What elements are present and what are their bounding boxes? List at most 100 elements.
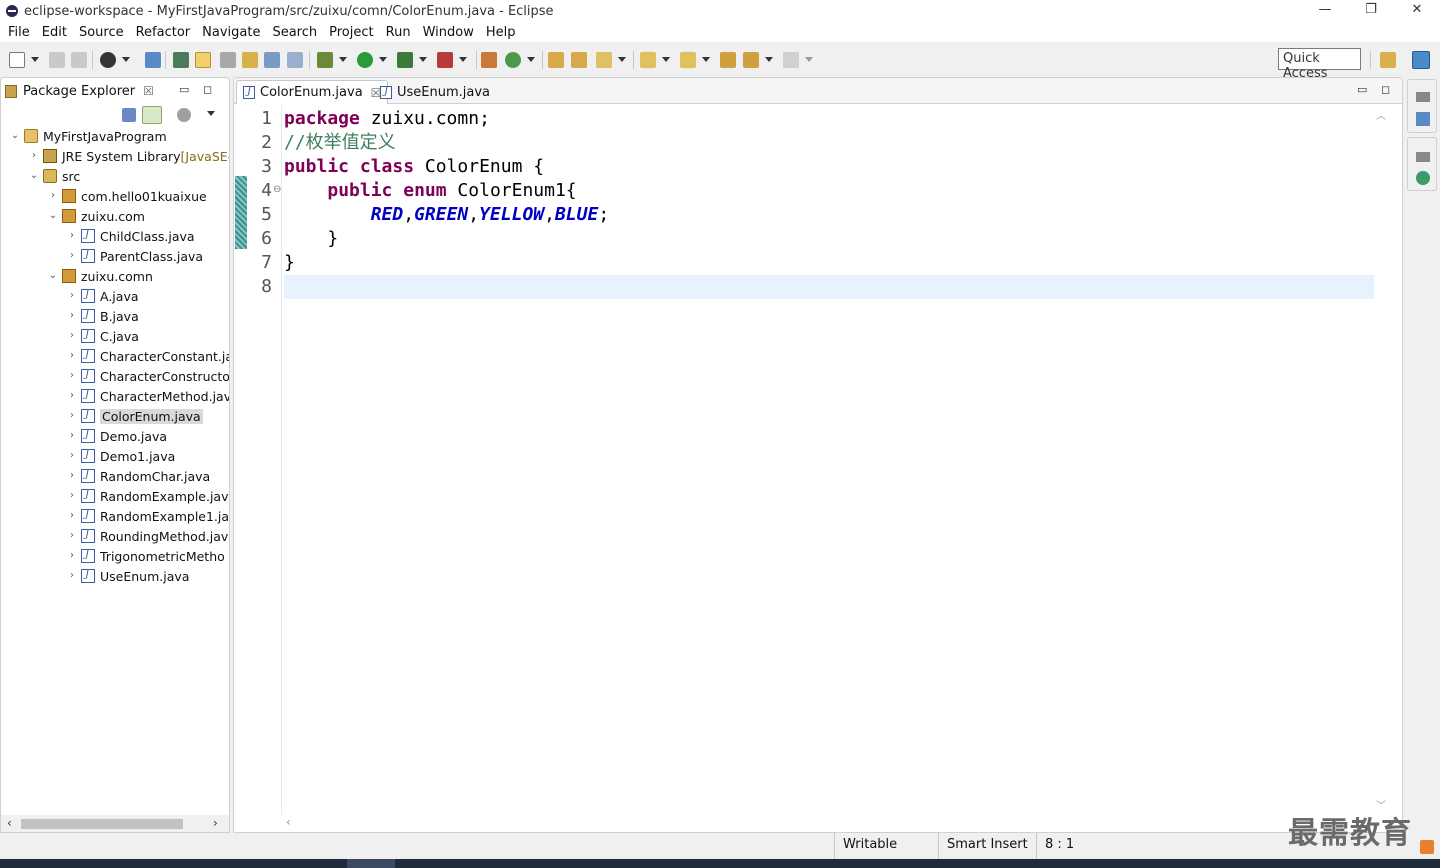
debug-dropdown-icon[interactable]	[339, 57, 347, 62]
close-window-button[interactable]: ✕	[1394, 0, 1440, 22]
code-line[interactable]: public enum ColorEnum1{	[284, 179, 576, 203]
new-class-dropdown-icon[interactable]	[527, 57, 535, 62]
chevron-down-icon[interactable]: ⌄	[10, 131, 20, 141]
chevron-right-icon[interactable]: ›	[67, 331, 77, 341]
scroll-right-icon[interactable]: ›	[213, 816, 218, 830]
search-dropdown-icon[interactable]	[618, 57, 626, 62]
link-with-editor-icon[interactable]	[142, 106, 162, 124]
code-line[interactable]: }	[284, 251, 295, 275]
toggle-block-icon[interactable]	[264, 52, 280, 68]
chevron-right-icon[interactable]: ›	[67, 391, 77, 401]
save-icon[interactable]	[49, 52, 65, 68]
chevron-down-icon[interactable]: ⌄	[48, 271, 58, 281]
task-list-icon[interactable]	[1416, 171, 1430, 185]
menu-search[interactable]: Search	[266, 25, 323, 40]
chevron-right-icon[interactable]: ›	[67, 351, 77, 361]
chevron-right-icon[interactable]: ›	[67, 251, 77, 261]
open-folder-icon[interactable]	[571, 52, 587, 68]
chevron-right-icon[interactable]: ›	[67, 491, 77, 501]
debug-icon[interactable]	[317, 52, 333, 68]
minimize-editor-icon[interactable]: ▭	[1357, 83, 1367, 96]
back-icon[interactable]	[743, 52, 759, 68]
tab-colorenum-java[interactable]: ColorEnum.java ☒	[236, 80, 389, 104]
new-java-class-icon[interactable]	[505, 52, 521, 68]
next-edit-dropdown-icon[interactable]	[662, 57, 670, 62]
tree-item[interactable]: ⌄ zuixu.comn	[48, 266, 153, 286]
tree-item[interactable]: › ChildClass.java	[67, 226, 195, 246]
tree-item[interactable]: › CharacterConstant.ja	[67, 346, 229, 366]
package-explorer-tab[interactable]: Package Explorer ☒	[5, 80, 154, 102]
back-dropdown-icon[interactable]	[765, 57, 773, 62]
menu-window[interactable]: Window	[417, 25, 480, 40]
scroll-up-icon[interactable]: ︿	[1376, 107, 1386, 122]
next-edit-icon[interactable]	[640, 52, 656, 68]
scroll-left-icon[interactable]: ‹	[286, 815, 291, 829]
chevron-right-icon[interactable]: ›	[67, 571, 77, 581]
search-icon[interactable]	[596, 52, 612, 68]
java-perspective-icon[interactable]	[1412, 51, 1430, 69]
close-view-icon[interactable]: ☒	[143, 84, 154, 98]
restore-icon[interactable]	[1416, 152, 1430, 162]
chevron-right-icon[interactable]: ›	[67, 431, 77, 441]
tree-item[interactable]: › JRE System Library [JavaSE-	[29, 146, 229, 166]
menu-project[interactable]: Project	[323, 25, 379, 40]
chevron-right-icon[interactable]: ›	[67, 551, 77, 561]
horizontal-scrollbar[interactable]: ‹ ›	[1, 815, 229, 832]
tab-useenum-java[interactable]: UseEnum.java	[374, 80, 496, 104]
chevron-right-icon[interactable]: ›	[67, 311, 77, 321]
toggle-occurrences-icon[interactable]	[220, 52, 236, 68]
new-icon[interactable]	[9, 52, 25, 68]
external-tools-icon[interactable]	[437, 52, 453, 68]
tree-item[interactable]: › Demo1.java	[67, 446, 175, 466]
overview-ruler[interactable]	[1390, 105, 1402, 815]
next-annotation-icon[interactable]	[242, 52, 258, 68]
tree-item[interactable]: › Demo.java	[67, 426, 167, 446]
outline-icon[interactable]	[1416, 112, 1430, 126]
forward-dropdown-icon[interactable]	[805, 57, 813, 62]
external-tools-dropdown-icon[interactable]	[459, 57, 467, 62]
chevron-right-icon[interactable]: ›	[67, 291, 77, 301]
new-dropdown-icon[interactable]	[31, 57, 39, 62]
tree-item[interactable]: › RoundingMethod.jav	[67, 526, 228, 546]
run-dropdown-icon[interactable]	[379, 57, 387, 62]
show-whitespace-icon[interactable]	[287, 52, 303, 68]
tree-item[interactable]: › ColorEnum.java	[67, 406, 203, 426]
open-task-icon[interactable]	[548, 52, 564, 68]
tree-item[interactable]: › UseEnum.java	[67, 566, 189, 586]
restore-icon[interactable]	[1416, 92, 1430, 102]
run-icon[interactable]	[357, 52, 373, 68]
chevron-down-icon[interactable]: ⌄	[29, 171, 39, 181]
menu-help[interactable]: Help	[480, 25, 522, 40]
skip-breakpoints-icon[interactable]	[145, 52, 161, 68]
tree-item[interactable]: › CharacterConstructor	[67, 366, 229, 386]
highlight-icon[interactable]	[195, 52, 211, 68]
menu-edit[interactable]: Edit	[36, 25, 73, 40]
code-line[interactable]: }	[284, 227, 338, 251]
tree-item[interactable]: › RandomChar.java	[67, 466, 210, 486]
code-line[interactable]: package zuixu.comn;	[284, 107, 490, 131]
scrollbar-thumb[interactable]	[21, 819, 183, 829]
chevron-right-icon[interactable]: ›	[67, 231, 77, 241]
coverage-dropdown-icon[interactable]	[419, 57, 427, 62]
chevron-right-icon[interactable]: ›	[67, 411, 77, 421]
open-perspective-icon[interactable]	[1380, 52, 1396, 68]
chevron-down-icon[interactable]: ⌄	[48, 211, 58, 221]
current-code-line[interactable]	[284, 275, 1374, 299]
chevron-right-icon[interactable]: ›	[67, 511, 77, 521]
publish-icon[interactable]	[100, 52, 116, 68]
publish-dropdown-icon[interactable]	[122, 57, 130, 62]
open-type-icon[interactable]	[173, 52, 189, 68]
tree-item[interactable]: ⌄ MyFirstJavaProgram	[10, 126, 167, 146]
scroll-left-icon[interactable]: ‹	[7, 816, 12, 830]
maximize-view-icon[interactable]: ◻	[203, 83, 212, 96]
previous-edit-dropdown-icon[interactable]	[702, 57, 710, 62]
tree-item[interactable]: ⌄ zuixu.com	[48, 206, 145, 226]
tree-item[interactable]: › C.java	[67, 326, 139, 346]
restore-button[interactable]: ❐	[1348, 0, 1394, 22]
code-line[interactable]: public class ColorEnum {	[284, 155, 544, 179]
menu-navigate[interactable]: Navigate	[196, 25, 266, 40]
view-menu-icon[interactable]	[207, 111, 215, 116]
editor-text-area[interactable]: 1 2 3 4 ⊖ 5 6 7 8 package zuixu.comn;//枚举值定义 publ…	[234, 105, 1402, 815]
menu-run[interactable]: Run	[380, 25, 417, 40]
menu-file[interactable]: File	[2, 25, 36, 40]
